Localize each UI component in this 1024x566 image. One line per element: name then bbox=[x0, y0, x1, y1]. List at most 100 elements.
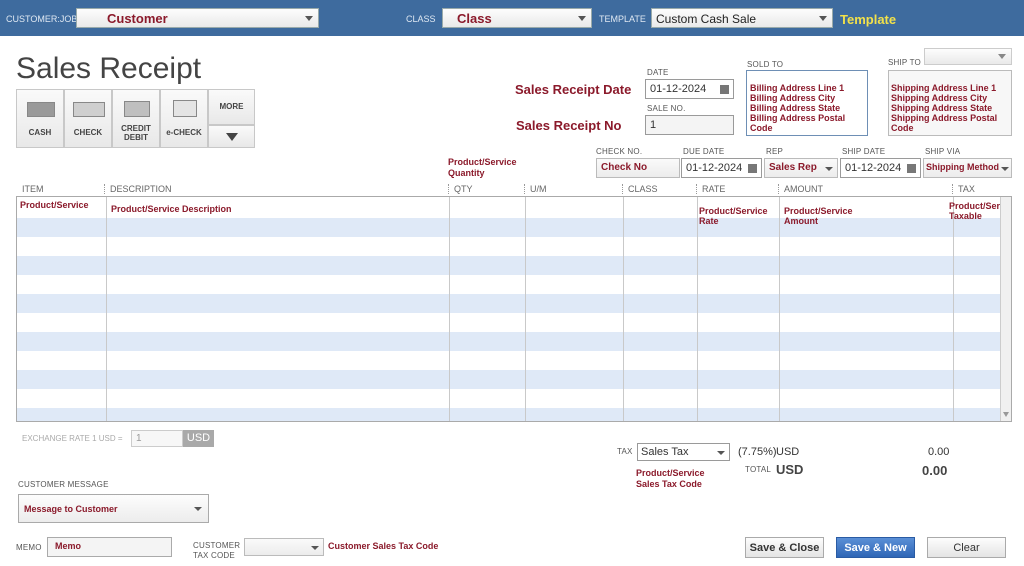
tax-rate: (7.75%) bbox=[738, 446, 777, 458]
grid-header: ITEM DESCRIPTION QTY U/M CLASS RATE AMOU… bbox=[16, 182, 1012, 196]
rep-label: REP bbox=[766, 147, 784, 156]
template-note: Template bbox=[840, 12, 897, 27]
tax-item-dropdown[interactable]: Sales Tax bbox=[637, 443, 730, 461]
due-date-value: 01-12-2024 bbox=[686, 162, 743, 174]
col-qty[interactable]: QTY bbox=[448, 184, 473, 194]
template-label: TEMPLATE bbox=[599, 14, 646, 24]
date-value: 01-12-2024 bbox=[650, 83, 707, 95]
sale-no-label: SALE NO. bbox=[647, 104, 686, 113]
row-item[interactable]: Product/Service bbox=[20, 200, 89, 210]
check-icon bbox=[73, 102, 105, 117]
save-new-button[interactable]: Save & New bbox=[836, 537, 915, 558]
date-label: DATE bbox=[647, 68, 669, 77]
sale-no-field[interactable]: 1 bbox=[645, 115, 734, 135]
exchange-rate-label: EXCHANGE RATE 1 USD = bbox=[22, 434, 123, 443]
due-date-field[interactable]: 01-12-2024 bbox=[681, 158, 762, 178]
page-title: Sales Receipt bbox=[16, 52, 202, 85]
customer-tax-code-label-2: TAX CODE bbox=[193, 551, 235, 560]
echeck-label: e-CHECK bbox=[166, 128, 202, 137]
chevron-down-icon bbox=[819, 16, 827, 21]
check-no-field[interactable]: Check No bbox=[596, 158, 680, 178]
echeck-button[interactable]: e-CHECK bbox=[160, 89, 208, 148]
chevron-down-icon bbox=[717, 451, 725, 455]
check-no-label: CHECK NO. bbox=[596, 147, 643, 156]
ship-to-box[interactable]: Shipping Address Line 1 Shipping Address… bbox=[888, 70, 1012, 136]
class-value: Class bbox=[457, 11, 492, 26]
cash-button[interactable]: CASH bbox=[16, 89, 64, 148]
credit-debit-label: CREDIT DEBIT bbox=[121, 124, 151, 142]
shipping-state: Shipping Address State bbox=[891, 103, 993, 113]
chevron-down-icon bbox=[825, 167, 833, 171]
sales-receipt-no-note: Sales Receipt No bbox=[516, 118, 622, 133]
row-description[interactable]: Product/Service Description bbox=[111, 204, 232, 214]
more-button[interactable]: MORE bbox=[208, 89, 255, 125]
customer-tax-code-label-1: CUSTOMER bbox=[193, 541, 241, 550]
col-rate[interactable]: RATE bbox=[696, 184, 725, 194]
chevron-down-icon bbox=[998, 54, 1006, 59]
ship-date-field[interactable]: 01-12-2024 bbox=[840, 158, 921, 178]
shipping-postal-code: Shipping Address Postal Code bbox=[891, 113, 998, 133]
triangle-down-icon bbox=[226, 133, 238, 141]
row-rate[interactable]: Product/Service Rate bbox=[699, 206, 777, 226]
line-items-grid[interactable]: Product/Service Product/Service Descript… bbox=[16, 196, 1012, 422]
col-description[interactable]: DESCRIPTION bbox=[104, 184, 172, 194]
chevron-down-icon bbox=[305, 16, 313, 21]
exchange-rate-field[interactable]: 1 bbox=[131, 430, 183, 447]
ship-date-value: 01-12-2024 bbox=[845, 162, 902, 174]
customer-tax-code-dropdown[interactable] bbox=[244, 538, 324, 556]
sold-to-box[interactable]: Billing Address Line 1 Billing Address C… bbox=[746, 70, 868, 136]
tax-label: TAX bbox=[617, 447, 633, 456]
customer-job-dropdown[interactable]: Customer bbox=[76, 8, 319, 28]
clear-button[interactable]: Clear bbox=[927, 537, 1006, 558]
ship-via-label: SHIP VIA bbox=[925, 147, 961, 156]
rep-value: Sales Rep bbox=[769, 162, 817, 173]
calendar-icon[interactable] bbox=[907, 164, 916, 173]
cash-icon bbox=[27, 102, 55, 117]
date-field[interactable]: 01-12-2024 bbox=[645, 79, 734, 99]
check-button[interactable]: CHECK bbox=[64, 89, 112, 148]
top-toolbar: CUSTOMER:JOB Customer CLASS Class TEMPLA… bbox=[0, 0, 1024, 36]
tax-amount: 0.00 bbox=[928, 446, 950, 458]
credit-card-icon bbox=[124, 101, 150, 117]
currency-badge: USD bbox=[183, 430, 214, 447]
more-expand-button[interactable] bbox=[208, 125, 255, 148]
chevron-down-icon bbox=[311, 546, 319, 550]
table-row[interactable]: Product/Service Product/Service Descript… bbox=[17, 197, 1011, 226]
customer-tax-code-note: Customer Sales Tax Code bbox=[328, 541, 439, 551]
col-item[interactable]: ITEM bbox=[22, 184, 44, 194]
col-class[interactable]: CLASS bbox=[622, 184, 658, 194]
due-date-label: DUE DATE bbox=[683, 147, 725, 156]
tax-currency: USD bbox=[776, 446, 800, 458]
shipping-city: Shipping Address City bbox=[891, 93, 988, 103]
scroll-down-icon[interactable] bbox=[1003, 412, 1009, 417]
memo-field[interactable]: Memo bbox=[47, 537, 172, 557]
customer-message-dropdown[interactable]: Message to Customer bbox=[18, 494, 209, 523]
template-dropdown[interactable]: Custom Cash Sale bbox=[651, 8, 833, 28]
col-tax[interactable]: TAX bbox=[952, 184, 975, 194]
qty-note: Product/Service Quantity bbox=[448, 157, 517, 178]
ship-via-dropdown[interactable]: Shipping Method bbox=[923, 158, 1012, 178]
grid-scrollbar[interactable] bbox=[1000, 197, 1011, 421]
customer-job-value: Customer bbox=[107, 11, 168, 26]
rep-dropdown[interactable]: Sales Rep bbox=[764, 158, 838, 178]
class-label: CLASS bbox=[406, 14, 436, 24]
tax-item-value: Sales Tax bbox=[641, 446, 689, 458]
chevron-down-icon bbox=[194, 507, 202, 511]
exchange-rate-value: 1 bbox=[136, 433, 142, 444]
customer-message-label: CUSTOMER MESSAGE bbox=[18, 480, 109, 489]
class-dropdown[interactable]: Class bbox=[442, 8, 592, 28]
memo-value: Memo bbox=[55, 541, 82, 551]
template-value: Custom Cash Sale bbox=[656, 12, 757, 26]
save-close-button[interactable]: Save & Close bbox=[745, 537, 824, 558]
more-label: MORE bbox=[219, 102, 244, 111]
calendar-icon[interactable] bbox=[748, 164, 757, 173]
billing-city: Billing Address City bbox=[750, 93, 836, 103]
billing-line-1: Billing Address Line 1 bbox=[750, 83, 845, 93]
total-label: TOTAL bbox=[745, 465, 772, 474]
col-um[interactable]: U/M bbox=[524, 184, 547, 194]
ship-to-dropdown[interactable] bbox=[924, 48, 1012, 65]
row-amount[interactable]: Product/Service Amount bbox=[784, 206, 874, 226]
credit-debit-button[interactable]: CREDIT DEBIT bbox=[112, 89, 160, 148]
col-amount[interactable]: AMOUNT bbox=[778, 184, 823, 194]
calendar-icon[interactable] bbox=[720, 85, 729, 94]
